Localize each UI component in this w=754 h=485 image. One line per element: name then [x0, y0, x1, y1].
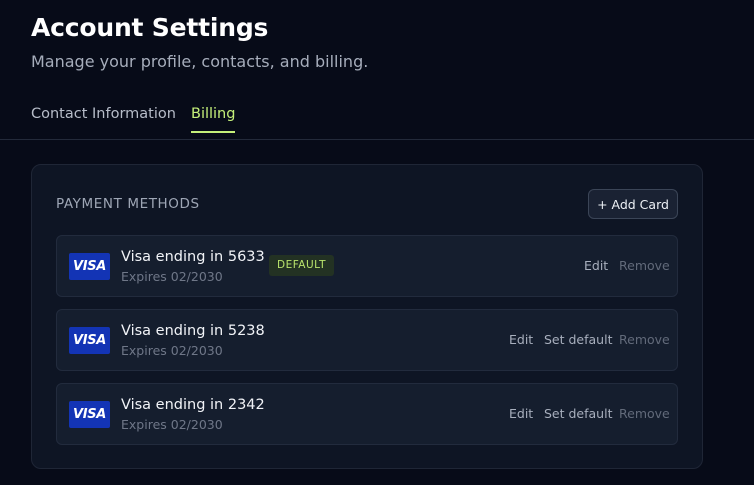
visa-logo-icon: VISA — [69, 253, 110, 280]
add-card-button[interactable]: + Add Card — [588, 189, 678, 219]
visa-logo-icon: VISA — [69, 327, 110, 354]
remove-card-button[interactable]: Remove — [619, 258, 670, 273]
card-name: Visa ending in 5633 — [121, 249, 265, 265]
page-title: Account Settings — [31, 13, 269, 42]
tab-contact-information[interactable]: Contact Information — [31, 106, 176, 133]
remove-card-button[interactable]: Remove — [619, 406, 670, 421]
tab-billing[interactable]: Billing — [191, 106, 236, 133]
card-expiry: Expires 02/2030 — [121, 417, 223, 432]
page-subtitle: Manage your profile, contacts, and billi… — [31, 52, 369, 71]
remove-card-button[interactable]: Remove — [619, 332, 670, 347]
edit-card-button[interactable]: Edit — [509, 406, 533, 421]
set-default-button[interactable]: Set default — [544, 332, 612, 347]
set-default-button[interactable]: Set default — [544, 406, 612, 421]
card-expiry: Expires 02/2030 — [121, 343, 223, 358]
payment-methods-heading: PAYMENT METHODS — [56, 196, 200, 212]
payment-methods-card: PAYMENT METHODS + Add Card VISA Visa end… — [31, 164, 703, 469]
visa-logo-icon: VISA — [69, 401, 110, 428]
payment-method-row: VISA Visa ending in 5633 Expires 02/2030… — [56, 235, 678, 297]
card-name: Visa ending in 2342 — [121, 397, 265, 413]
default-badge: DEFAULT — [269, 255, 334, 276]
card-name: Visa ending in 5238 — [121, 323, 265, 339]
settings-tabs: Contact Information Billing — [0, 104, 754, 140]
payment-method-row: VISA Visa ending in 2342 Expires 02/2030… — [56, 383, 678, 445]
payment-method-row: VISA Visa ending in 5238 Expires 02/2030… — [56, 309, 678, 371]
account-settings-page: Account Settings Manage your profile, co… — [0, 0, 754, 485]
edit-card-button[interactable]: Edit — [509, 332, 533, 347]
card-expiry: Expires 02/2030 — [121, 269, 223, 284]
edit-card-button[interactable]: Edit — [584, 258, 608, 273]
